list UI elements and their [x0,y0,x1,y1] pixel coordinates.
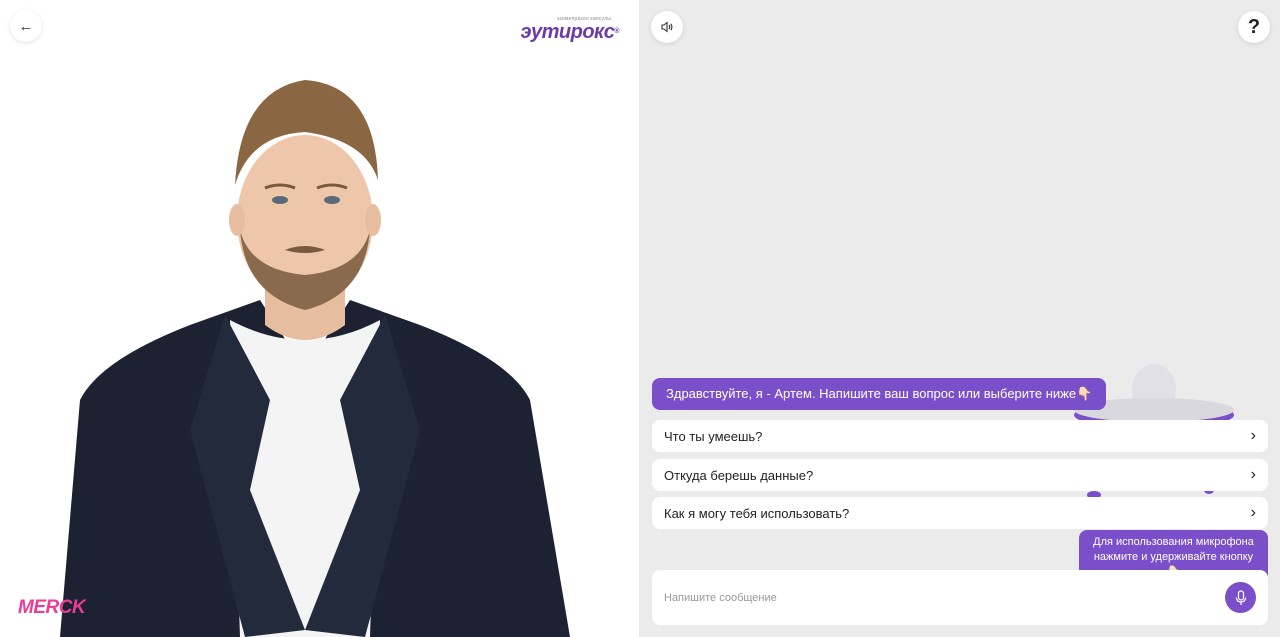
suggestion-option[interactable]: Что ты умеешь? › [652,420,1268,452]
brand-name: эутирокс® [520,21,619,43]
help-button[interactable]: ? [1238,11,1270,43]
question-icon: ? [1247,15,1261,38]
chevron-right-icon: › [1250,504,1256,521]
merck-logo: MERCK [18,597,86,618]
message-input-bar [652,570,1268,625]
mic-hint-line: Для использования микрофона [1093,536,1254,548]
chevron-right-icon: › [1250,466,1256,483]
suggestion-option[interactable]: Откуда берешь данные? › [652,459,1268,491]
chevron-right-icon: › [1250,427,1256,444]
suggestion-label: Откуда берешь данные? [664,467,814,483]
avatar-panel: ← эзомепразол капсулы эутирокс® MERCK [0,0,639,637]
bot-greeting-message: Здравствуйте, я - Артем. Напишите ваш во… [652,378,1107,410]
suggestion-option[interactable]: Как я могу тебя использовать? › [652,497,1268,529]
chat-panel: ? Здравствуйте, я - Артем. Напишите ваш … [639,0,1280,637]
brand-logo: эзомепразол капсулы эутирокс® [520,16,619,42]
suggestion-label: Что ты умеешь? [664,428,763,444]
back-button[interactable]: ← [10,10,42,42]
message-input[interactable] [664,591,1225,604]
speaker-icon [661,21,673,33]
suggestion-label: Как я могу тебя использовать? [664,505,850,521]
microphone-button[interactable] [1225,582,1256,613]
microphone-icon [1235,589,1246,605]
arrow-left-icon: ← [18,17,34,35]
avatar-image [60,80,570,637]
sound-button[interactable] [651,11,683,43]
